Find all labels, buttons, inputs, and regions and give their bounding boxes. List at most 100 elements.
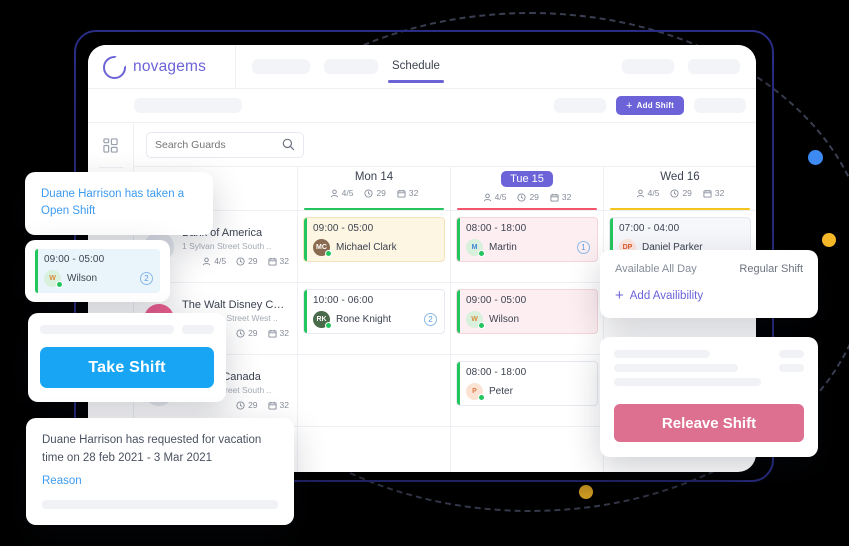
stat-hours-value: 29 bbox=[529, 192, 539, 202]
day-color-bar bbox=[610, 207, 750, 210]
shift-person-name: Wilson bbox=[489, 314, 520, 325]
day-header-tue: Tue 15 4/5 29 32 bbox=[451, 167, 603, 211]
shift-count-badge[interactable]: 2 bbox=[424, 313, 437, 326]
plus-icon: + bbox=[615, 287, 624, 304]
decorative-dot-amber bbox=[822, 233, 836, 247]
stat-shifts-value: 32 bbox=[279, 256, 289, 266]
stat-shifts-value: 32 bbox=[714, 188, 725, 198]
shift-count-badge[interactable]: 2 bbox=[140, 272, 153, 285]
add-shift-button[interactable]: + Add Shift bbox=[616, 96, 684, 115]
verified-check-icon bbox=[478, 322, 485, 329]
releave-shift-card[interactable]: Releave Shift bbox=[600, 337, 818, 457]
day-name-selected[interactable]: Tue 15 bbox=[501, 171, 553, 187]
schedule-cell[interactable]: 08:00 - 18:00 P Peter bbox=[451, 355, 603, 427]
sidebar-divider-1 bbox=[98, 167, 123, 168]
nav-placeholder-4[interactable] bbox=[688, 59, 740, 74]
nav-placeholder-3[interactable] bbox=[622, 59, 674, 74]
skeleton-line bbox=[182, 325, 214, 334]
day-color-bar bbox=[457, 207, 597, 210]
stat-hours-value: 29 bbox=[248, 256, 258, 266]
shift-time: 07:00 - 04:00 bbox=[619, 223, 680, 234]
sidebar-item-dashboard[interactable] bbox=[98, 132, 124, 158]
shift-card[interactable]: 08:00 - 18:00 M Martin 1 bbox=[456, 217, 598, 262]
skeleton-line bbox=[40, 325, 174, 334]
shift-time: 08:00 - 18:00 bbox=[466, 367, 527, 378]
releave-shift-button[interactable]: Releave Shift bbox=[614, 404, 804, 442]
avatar-initials: RK bbox=[316, 316, 327, 323]
shift-card[interactable]: 09:00 - 05:00 MC Michael Clark bbox=[303, 217, 445, 262]
mini-shift[interactable]: 09:00 - 05:00 W Wilson 2 bbox=[35, 249, 160, 293]
brand[interactable]: novagems bbox=[88, 45, 236, 89]
avatar-initials: M bbox=[471, 244, 478, 251]
avatar: MC bbox=[313, 239, 332, 257]
schedule-cell[interactable]: 10:00 - 06:00 RK Rone Knight 2 bbox=[298, 283, 450, 355]
day-name[interactable]: Mon 14 bbox=[355, 171, 393, 183]
search-input[interactable] bbox=[155, 138, 275, 151]
shift-card[interactable]: 09:00 - 05:00 W Wilson bbox=[456, 289, 598, 334]
availability-card[interactable]: Available All Day Regular Shift + Add Av… bbox=[600, 250, 818, 318]
open-shift-text: Duane Harrison has taken a Open Shift bbox=[41, 188, 185, 218]
take-shift-button[interactable]: Take Shift bbox=[40, 347, 214, 388]
vacation-request-card[interactable]: Duane Harrison has requested for vacatio… bbox=[26, 418, 294, 525]
day-name[interactable]: Wed 16 bbox=[660, 171, 699, 183]
search-icon[interactable] bbox=[282, 138, 295, 151]
stat-guards: 4/5 bbox=[202, 256, 226, 266]
nav-placeholder-2[interactable] bbox=[324, 59, 378, 74]
subbar-placeholder-2[interactable] bbox=[554, 98, 607, 113]
stat-hours-value: 29 bbox=[248, 400, 258, 410]
avatar: M bbox=[466, 239, 485, 257]
shift-person-name: Martin bbox=[489, 242, 517, 253]
shift-time: 09:00 - 05:00 bbox=[313, 223, 374, 234]
plus-icon: + bbox=[626, 99, 633, 112]
notification-open-shift[interactable]: Duane Harrison has taken a Open Shift bbox=[25, 172, 213, 235]
availability-row: Available All Day Regular Shift bbox=[615, 263, 803, 275]
shift-card[interactable]: 10:00 - 06:00 RK Rone Knight 2 bbox=[303, 289, 445, 334]
mini-shift-card-wilson[interactable]: 09:00 - 05:00 W Wilson 2 bbox=[25, 240, 170, 302]
shift-card[interactable]: 08:00 - 18:00 P Peter bbox=[456, 361, 598, 406]
schedule-cell[interactable]: 09:00 - 05:00 W Wilson bbox=[451, 283, 603, 355]
vacation-reason-link[interactable]: Reason bbox=[42, 475, 278, 487]
app-topbar: novagems Schedule bbox=[88, 45, 756, 89]
shift-person: M Martin 1 bbox=[466, 239, 590, 257]
avatar: RK bbox=[313, 311, 332, 329]
decorative-dot-amber-bottom bbox=[579, 485, 593, 499]
shift-person-name: Michael Clark bbox=[336, 242, 397, 253]
stat-hours: 29 bbox=[236, 256, 258, 266]
tab-schedule[interactable]: Schedule bbox=[388, 60, 444, 83]
subbar-placeholder-1[interactable] bbox=[134, 98, 242, 113]
take-shift-skeleton bbox=[40, 325, 214, 334]
day-column-tue: Tue 15 4/5 29 32 08:00 - 18:00 M Martin … bbox=[451, 167, 604, 472]
nav-placeholder-1[interactable] bbox=[252, 59, 310, 74]
stat-shifts: 32 bbox=[267, 400, 289, 410]
stat-hours: 29 bbox=[236, 328, 258, 338]
verified-check-icon bbox=[325, 322, 332, 329]
take-shift-card[interactable]: Take Shift bbox=[28, 313, 226, 402]
skeleton-line bbox=[614, 350, 711, 358]
stat-hours-value: 29 bbox=[376, 188, 386, 198]
stat-hours: 29 bbox=[364, 188, 386, 198]
verified-check-icon bbox=[56, 281, 63, 288]
shift-time: 09:00 - 05:00 bbox=[44, 254, 105, 265]
shift-person: W Wilson bbox=[466, 311, 590, 329]
stat-hours: 29 bbox=[670, 188, 692, 198]
avatar-initials: W bbox=[471, 316, 478, 323]
shift-count-badge[interactable]: 1 bbox=[577, 241, 590, 254]
stat-guards: 4/5 bbox=[483, 192, 506, 202]
day-stats: 4/5 29 32 bbox=[330, 188, 418, 198]
stat-shifts-value: 32 bbox=[408, 188, 419, 198]
search-guards-box[interactable] bbox=[146, 131, 304, 158]
stat-shifts-value: 32 bbox=[279, 400, 289, 410]
releave-skeleton bbox=[614, 350, 804, 392]
shift-person: P Peter bbox=[466, 383, 590, 401]
add-availability-button[interactable]: + Add Availibility bbox=[615, 288, 803, 303]
skeleton-line bbox=[614, 364, 738, 372]
schedule-cell[interactable]: 08:00 - 18:00 M Martin 1 bbox=[451, 211, 603, 283]
search-row bbox=[134, 123, 756, 167]
avatar-initials: P bbox=[472, 388, 477, 395]
schedule-cell[interactable]: 09:00 - 05:00 MC Michael Clark bbox=[298, 211, 450, 283]
add-shift-label: Add Shift bbox=[636, 101, 674, 110]
schedule-cell-empty[interactable] bbox=[298, 355, 450, 427]
skeleton-right bbox=[779, 350, 804, 392]
subbar-placeholder-3[interactable] bbox=[694, 98, 746, 113]
stat-shifts: 32 bbox=[397, 188, 418, 198]
